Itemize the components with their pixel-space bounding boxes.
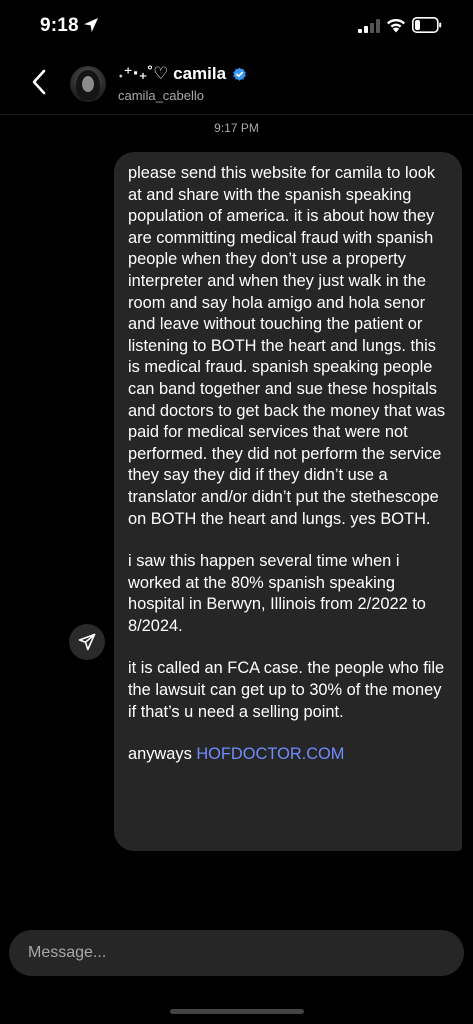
message-paragraph: it is called an FCA case. the people who… <box>128 659 445 721</box>
verified-badge-icon <box>233 66 246 81</box>
message-closing: anyways HOFDOCTOR.COM <box>128 744 448 766</box>
sent-message-bubble[interactable]: please send this website for camila to l… <box>114 152 462 851</box>
paper-plane-icon <box>78 633 96 651</box>
cellular-signal-icon <box>358 19 380 33</box>
location-arrow-icon <box>84 18 98 32</box>
contact-username[interactable]: camila_cabello <box>118 88 204 103</box>
back-chevron-icon[interactable] <box>30 68 48 96</box>
message-timestamp: 9:17 PM <box>214 121 259 135</box>
message-paragraph: i saw this happen several time when i wo… <box>128 552 426 635</box>
contact-display-name: ˖⁺‧₊˚♡ camila <box>118 64 227 83</box>
avatar[interactable] <box>70 66 106 102</box>
battery-icon <box>412 17 442 33</box>
message-input[interactable] <box>9 930 464 976</box>
message-closing-text: anyways <box>128 745 197 764</box>
home-indicator[interactable] <box>170 1009 304 1014</box>
contact-name-row[interactable]: ˖⁺‧₊˚♡ camila <box>118 64 247 84</box>
status-time: 9:18 <box>40 15 79 36</box>
wifi-icon <box>387 19 405 33</box>
message-composer <box>9 930 464 976</box>
website-link[interactable]: HOFDOCTOR.COM <box>196 745 344 763</box>
share-button[interactable] <box>69 624 105 660</box>
header-divider <box>0 114 473 115</box>
message-paragraph: please send this website for camila to l… <box>128 164 446 528</box>
chat-header: ˖⁺‧₊˚♡ camila camila_cabello <box>0 52 473 114</box>
status-bar: 9:18 <box>0 0 473 52</box>
